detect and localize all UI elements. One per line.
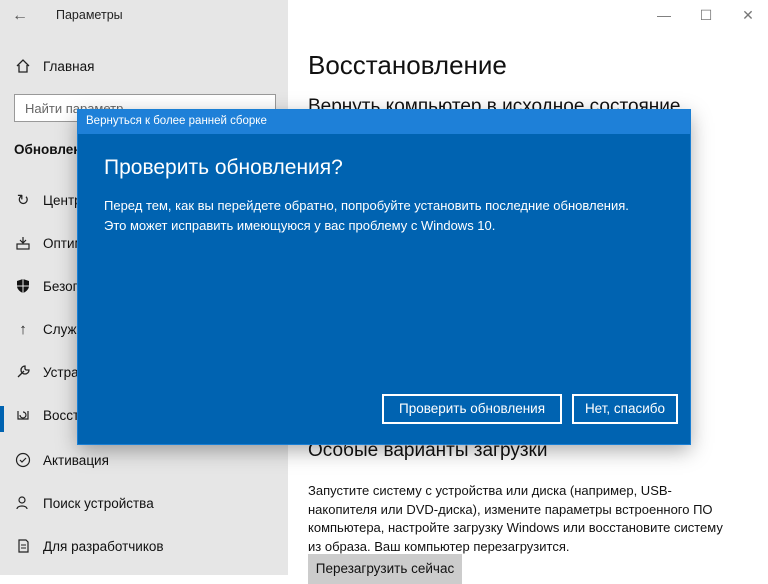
- check-updates-button[interactable]: Проверить обновления: [382, 394, 562, 424]
- dialog-title-bar: Вернуться к более ранней сборке: [78, 110, 690, 134]
- modal-overlay: Вернуться к более ранней сборке Проверит…: [0, 0, 768, 575]
- dialog-body-line: Это может исправить имеющуюся у вас проб…: [104, 218, 496, 233]
- dialog-body: Перед тем, как вы перейдете обратно, поп…: [104, 196, 664, 236]
- dialog-heading: Проверить обновления?: [104, 156, 343, 179]
- no-thanks-button[interactable]: Нет, спасибо: [572, 394, 678, 424]
- dialog-body-line: Перед тем, как вы перейдете обратно, поп…: [104, 198, 629, 213]
- go-back-dialog: Вернуться к более ранней сборке Проверит…: [78, 110, 690, 444]
- dialog-title: Вернуться к более ранней сборке: [86, 115, 267, 127]
